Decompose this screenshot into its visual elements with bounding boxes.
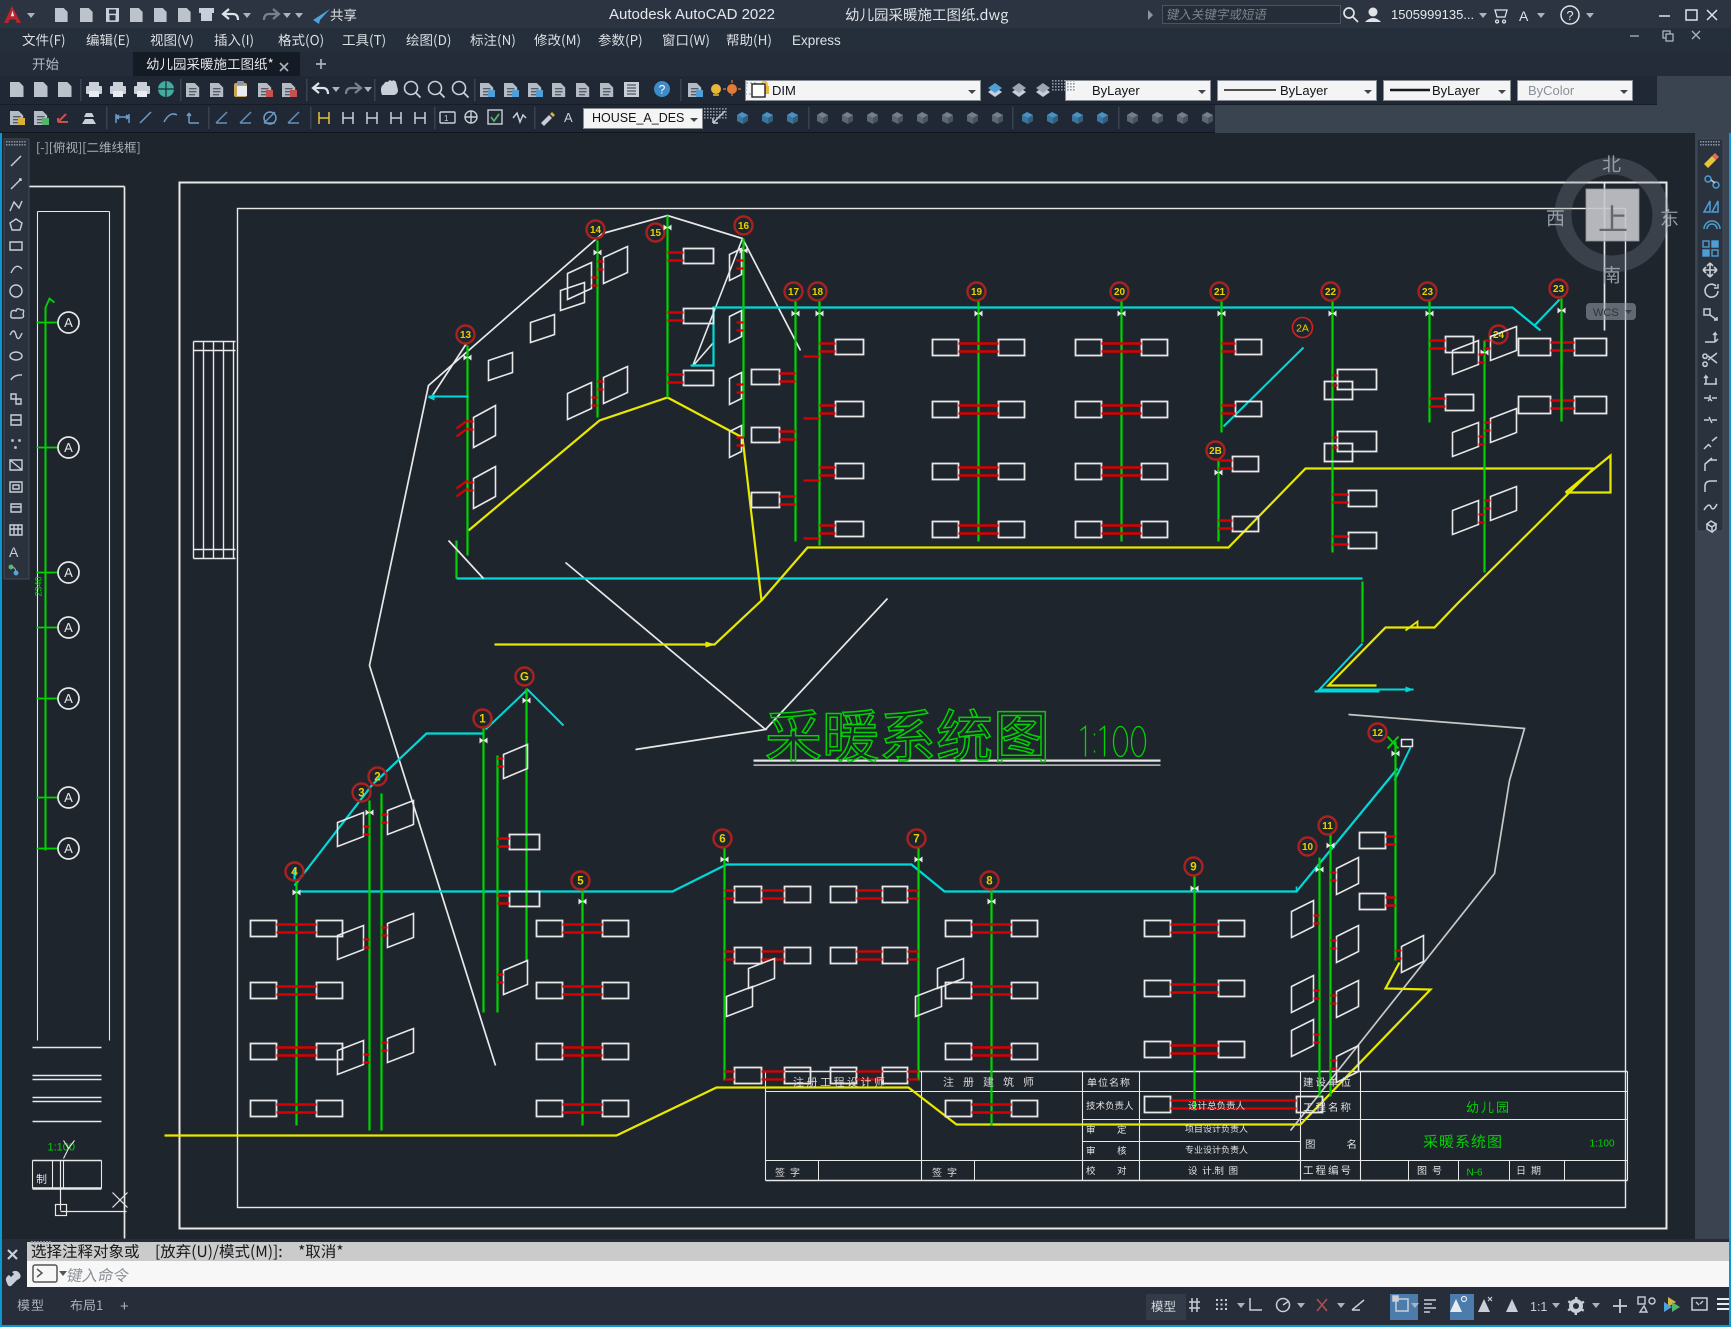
svg-text:1: 1 xyxy=(479,714,486,726)
svg-text:4: 4 xyxy=(291,867,298,879)
svg-text:1: 1 xyxy=(444,114,449,123)
svg-text:20: 20 xyxy=(1114,287,1126,298)
svg-text:A: A xyxy=(64,315,73,330)
svg-text:16: 16 xyxy=(738,221,750,232)
svg-text:8: 8 xyxy=(986,876,993,888)
svg-text:A: A xyxy=(1519,8,1529,24)
svg-text:18: 18 xyxy=(812,287,824,298)
svg-text:A: A xyxy=(64,691,73,706)
svg-text:1:100: 1:100 xyxy=(1590,1139,1615,1150)
svg-text:Express: Express xyxy=(792,33,841,48)
svg-text:11: 11 xyxy=(1322,821,1333,832)
svg-text:A: A xyxy=(64,841,73,856)
svg-text:1:1: 1:1 xyxy=(1530,1300,1547,1314)
svg-text:2: 2 xyxy=(374,772,380,784)
svg-text:23: 23 xyxy=(1422,287,1434,298)
svg-text:1:100: 1:100 xyxy=(48,1142,76,1154)
svg-text:A: A xyxy=(64,790,73,805)
svg-text:21: 21 xyxy=(1214,287,1226,298)
svg-text:5: 5 xyxy=(577,876,584,888)
svg-text:A: A xyxy=(64,620,73,635)
svg-text:9: 9 xyxy=(1190,862,1196,874)
svg-text:2B: 2B xyxy=(1209,446,1222,457)
svg-text:A: A xyxy=(9,544,19,560)
svg-text:A: A xyxy=(64,565,73,580)
svg-text:WCS: WCS xyxy=(1593,307,1619,319)
svg-text:10: 10 xyxy=(1302,842,1314,853)
svg-text:G: G xyxy=(520,672,529,684)
svg-text:22: 22 xyxy=(1325,287,1337,298)
svg-text:?: ? xyxy=(1566,8,1573,23)
svg-text:2A: 2A xyxy=(1296,323,1309,335)
svg-text:6: 6 xyxy=(719,834,725,846)
svg-text:A: A xyxy=(64,440,73,455)
svg-text:A: A xyxy=(564,110,573,125)
svg-text:14: 14 xyxy=(590,225,602,236)
svg-text:19: 19 xyxy=(971,287,983,298)
svg-text:2340: 2340 xyxy=(34,576,44,596)
svg-text:15: 15 xyxy=(650,228,662,239)
svg-text:?: ? xyxy=(659,83,666,97)
svg-text:23: 23 xyxy=(1553,284,1565,295)
svg-text:3: 3 xyxy=(358,788,364,800)
svg-text:7: 7 xyxy=(913,834,919,846)
svg-text:12: 12 xyxy=(1372,728,1384,739)
svg-text:+: + xyxy=(120,1298,129,1315)
svg-text:13: 13 xyxy=(460,330,472,341)
svg-text:N-6: N-6 xyxy=(1467,1168,1484,1179)
svg-text:17: 17 xyxy=(788,287,800,298)
